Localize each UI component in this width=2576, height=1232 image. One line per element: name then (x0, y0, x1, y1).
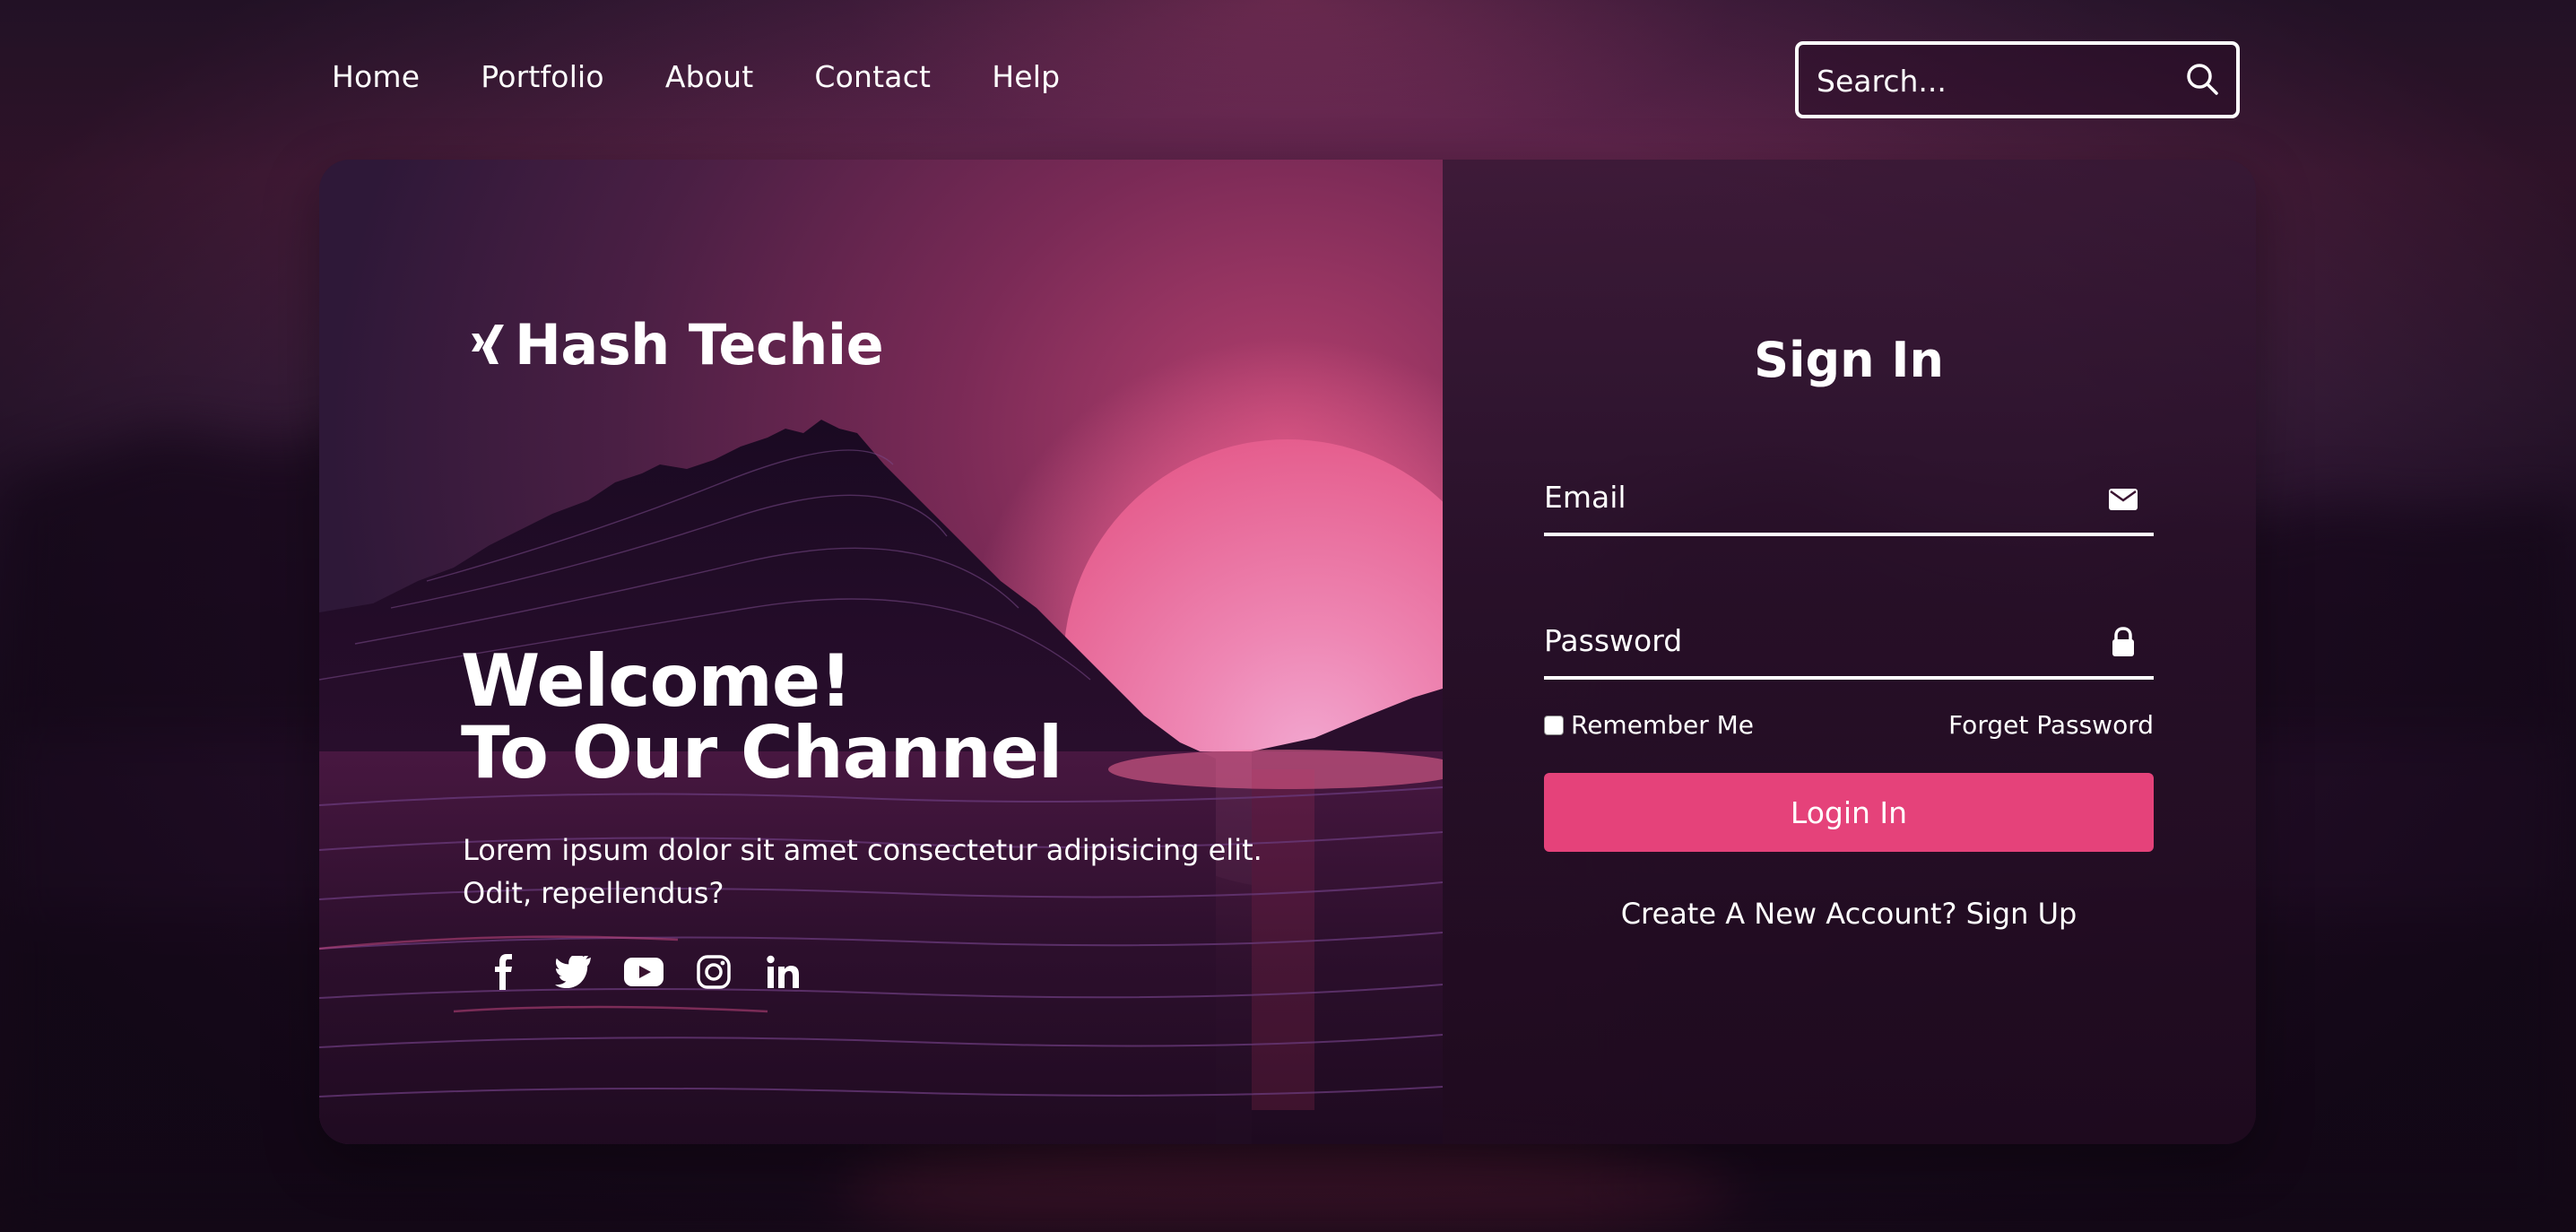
remember-me-checkbox[interactable] (1544, 715, 1564, 735)
headline-line-1: Welcome! (461, 639, 853, 723)
password-field-wrapper (1544, 608, 2154, 680)
hero-description: Lorem ipsum dolor sit amet consectetur a… (463, 833, 1262, 910)
search-box (1795, 41, 2240, 118)
hero-headline: Welcome! To Our Channel (461, 646, 1062, 789)
email-field[interactable] (1544, 464, 2082, 529)
login-button[interactable]: Login In (1544, 773, 2154, 852)
password-underline (1544, 676, 2154, 680)
nav-portfolio[interactable]: Portfolio (481, 59, 604, 94)
nav-help[interactable]: Help (992, 59, 1060, 94)
headline-line-2: To Our Channel (461, 711, 1062, 794)
remember-me-label: Remember Me (1571, 710, 1754, 740)
remember-me[interactable]: Remember Me (1544, 710, 1754, 740)
lock-icon (2112, 627, 2134, 656)
twitter-icon[interactable] (554, 952, 594, 992)
envelope-icon (2109, 489, 2138, 510)
search-icon[interactable] (2184, 61, 2220, 97)
signup-link[interactable]: Create A New Account? Sign Up (1621, 897, 2077, 931)
form-options: Remember Me Forget Password (1544, 707, 2154, 746)
forgot-password-link[interactable]: Forget Password (1948, 710, 2154, 740)
password-field[interactable] (1544, 608, 2082, 672)
brand: Hash Techie (468, 312, 884, 377)
signup-prompt: Create A New Account? Sign Up (1544, 897, 2154, 931)
nav-about[interactable]: About (665, 59, 754, 94)
nav-contact[interactable]: Contact (814, 59, 931, 94)
email-field-wrapper (1544, 464, 2154, 536)
nav-home[interactable]: Home (332, 59, 420, 94)
email-underline (1544, 533, 2154, 536)
top-nav: Home Portfolio About Contact Help (332, 59, 1121, 94)
linkedin-icon[interactable] (764, 952, 803, 992)
brand-name: Hash Techie (515, 312, 884, 377)
social-links (484, 952, 803, 992)
youtube-icon[interactable] (624, 952, 664, 992)
facebook-icon[interactable] (484, 952, 524, 992)
signin-title: Sign In (1754, 332, 1944, 388)
instagram-icon[interactable] (694, 952, 733, 992)
search-input[interactable] (1815, 45, 2177, 117)
xing-logo-icon (472, 324, 504, 364)
